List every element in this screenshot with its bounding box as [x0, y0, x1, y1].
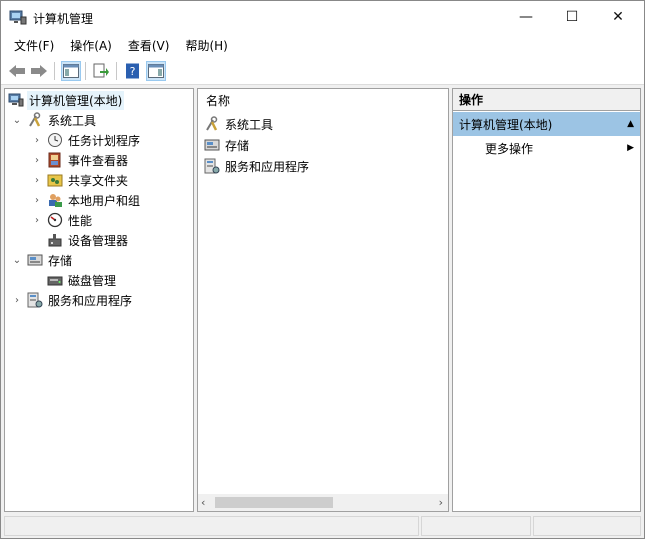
- submenu-arrow-icon: ▶: [627, 143, 634, 153]
- tree-label: 磁盘管理: [68, 273, 117, 288]
- menu-help[interactable]: 帮助(H): [177, 37, 235, 54]
- help-button[interactable]: ?: [123, 61, 143, 81]
- maximize-button[interactable]: ☐: [549, 1, 595, 33]
- list-item[interactable]: 存储: [204, 135, 251, 155]
- tree-label: 共享文件夹: [68, 173, 129, 188]
- menu-view[interactable]: 查看(V): [120, 37, 178, 54]
- tree-item-event-viewer[interactable]: › 事件查看器: [31, 150, 130, 170]
- list-item-label: 存储: [225, 138, 250, 153]
- help-icon: ?: [126, 63, 139, 79]
- list-item[interactable]: 系统工具: [204, 114, 275, 134]
- computer-management-icon: [8, 92, 24, 108]
- expand-chevron-icon[interactable]: ›: [31, 154, 43, 166]
- menu-action[interactable]: 操作(A): [62, 37, 120, 54]
- performance-icon: [47, 212, 63, 228]
- show-hide-tree-button[interactable]: [61, 61, 81, 81]
- minimize-button[interactable]: —: [503, 1, 549, 33]
- services-icon: [204, 158, 220, 174]
- menu-bar: 文件(F) 操作(A) 查看(V) 帮助(H): [1, 33, 644, 57]
- actions-group-label: 计算机管理(本地): [459, 117, 553, 132]
- services-icon: [27, 292, 43, 308]
- close-button[interactable]: ✕: [595, 1, 641, 33]
- show-hide-action-pane-icon: [148, 64, 164, 78]
- export-list-icon: [93, 63, 109, 78]
- tree-item-local-users-groups[interactable]: › 本地用户和组: [31, 190, 142, 210]
- tools-icon: [27, 112, 43, 128]
- tools-icon: [204, 116, 220, 132]
- tree-item-system-tools[interactable]: ⌄ 系统工具: [11, 110, 98, 130]
- back-button[interactable]: [7, 61, 27, 81]
- computer-management-icon: [9, 10, 27, 25]
- expand-chevron-icon[interactable]: ›: [31, 214, 43, 226]
- list-item[interactable]: 服务和应用程序: [204, 156, 311, 176]
- export-list-button[interactable]: [91, 61, 111, 81]
- clock-icon: [47, 132, 63, 148]
- toolbar-separator: [54, 62, 55, 80]
- toolbar-separator: [116, 62, 117, 80]
- tree-label: 设备管理器: [68, 233, 129, 248]
- tree-label: 计算机管理(本地): [27, 90, 125, 110]
- device-manager-icon: [47, 232, 63, 248]
- scroll-left-icon[interactable]: ‹: [201, 496, 205, 509]
- results-pane: 名称 系统工具 存储 服务和应用程序 ‹ ›: [197, 88, 449, 512]
- back-icon: [9, 65, 25, 77]
- tree-label: 本地用户和组: [68, 193, 141, 208]
- title-bar: 计算机管理 — ☐ ✕: [1, 1, 644, 33]
- horizontal-scrollbar[interactable]: ‹ ›: [198, 494, 448, 511]
- scrollbar-thumb[interactable]: [215, 497, 333, 508]
- tree-label: 任务计划程序: [68, 133, 141, 148]
- tree-label: 事件查看器: [68, 153, 129, 168]
- expand-chevron-icon[interactable]: ›: [31, 194, 43, 206]
- shared-folder-icon: [47, 172, 63, 188]
- tree-item-root[interactable]: 计算机管理(本地): [8, 90, 125, 110]
- tree-label: 服务和应用程序: [48, 293, 133, 308]
- console-tree-pane: 计算机管理(本地) ⌄ 系统工具 › 任务计划程序 › 事件查看器 › 共享文件…: [4, 88, 194, 512]
- tree-item-device-manager[interactable]: 设备管理器: [47, 230, 130, 250]
- window-title: 计算机管理: [33, 12, 94, 26]
- disk-icon: [47, 272, 63, 288]
- actions-pane: 操作 计算机管理(本地) ▲ 更多操作 ▶: [452, 88, 641, 512]
- storage-icon: [27, 252, 43, 268]
- expand-chevron-icon[interactable]: ›: [31, 134, 43, 146]
- status-cell: [533, 516, 641, 536]
- forward-icon: [31, 65, 47, 77]
- collapse-triangle-icon[interactable]: ▲: [627, 119, 634, 129]
- status-bar: [1, 514, 644, 538]
- more-actions-label: 更多操作: [485, 141, 534, 156]
- actions-group-header[interactable]: 计算机管理(本地) ▲: [453, 112, 640, 136]
- list-item-label: 服务和应用程序: [225, 159, 310, 174]
- event-log-icon: [47, 152, 63, 168]
- column-header-name[interactable]: 名称: [198, 89, 448, 111]
- tree-label: 存储: [48, 253, 73, 268]
- tree-label: 系统工具: [48, 113, 97, 128]
- tree-item-disk-management[interactable]: 磁盘管理: [47, 270, 118, 290]
- tree-label: 性能: [68, 213, 93, 228]
- tree-item-performance[interactable]: › 性能: [31, 210, 94, 230]
- expand-chevron-icon[interactable]: ›: [31, 174, 43, 186]
- storage-icon: [204, 137, 220, 153]
- users-icon: [47, 192, 63, 208]
- expand-chevron-icon[interactable]: ›: [11, 294, 23, 306]
- collapse-chevron-icon[interactable]: ⌄: [11, 254, 23, 266]
- collapse-chevron-icon[interactable]: ⌄: [11, 114, 23, 126]
- show-hide-tree-icon: [63, 64, 79, 78]
- menu-file[interactable]: 文件(F): [6, 37, 62, 54]
- computer-management-window: 计算机管理 — ☐ ✕ 文件(F) 操作(A) 查看(V) 帮助(H) ? 计算…: [0, 0, 645, 539]
- toolbar-separator: [85, 62, 86, 80]
- tree-item-services-apps[interactable]: › 服务和应用程序: [11, 290, 134, 310]
- status-cell: [4, 516, 419, 536]
- forward-button[interactable]: [29, 61, 49, 81]
- tree-item-storage[interactable]: ⌄ 存储: [11, 250, 74, 270]
- toolbar: ?: [1, 57, 644, 85]
- tree-item-task-scheduler[interactable]: › 任务计划程序: [31, 130, 142, 150]
- list-item-label: 系统工具: [225, 117, 274, 132]
- tree-item-shared-folders[interactable]: › 共享文件夹: [31, 170, 130, 190]
- actions-header: 操作: [453, 89, 640, 111]
- scroll-right-icon[interactable]: ›: [439, 496, 443, 509]
- show-hide-action-pane-button[interactable]: [146, 61, 166, 81]
- status-cell: [421, 516, 531, 536]
- svg-text:?: ?: [130, 65, 136, 78]
- more-actions-item[interactable]: 更多操作 ▶: [453, 137, 640, 159]
